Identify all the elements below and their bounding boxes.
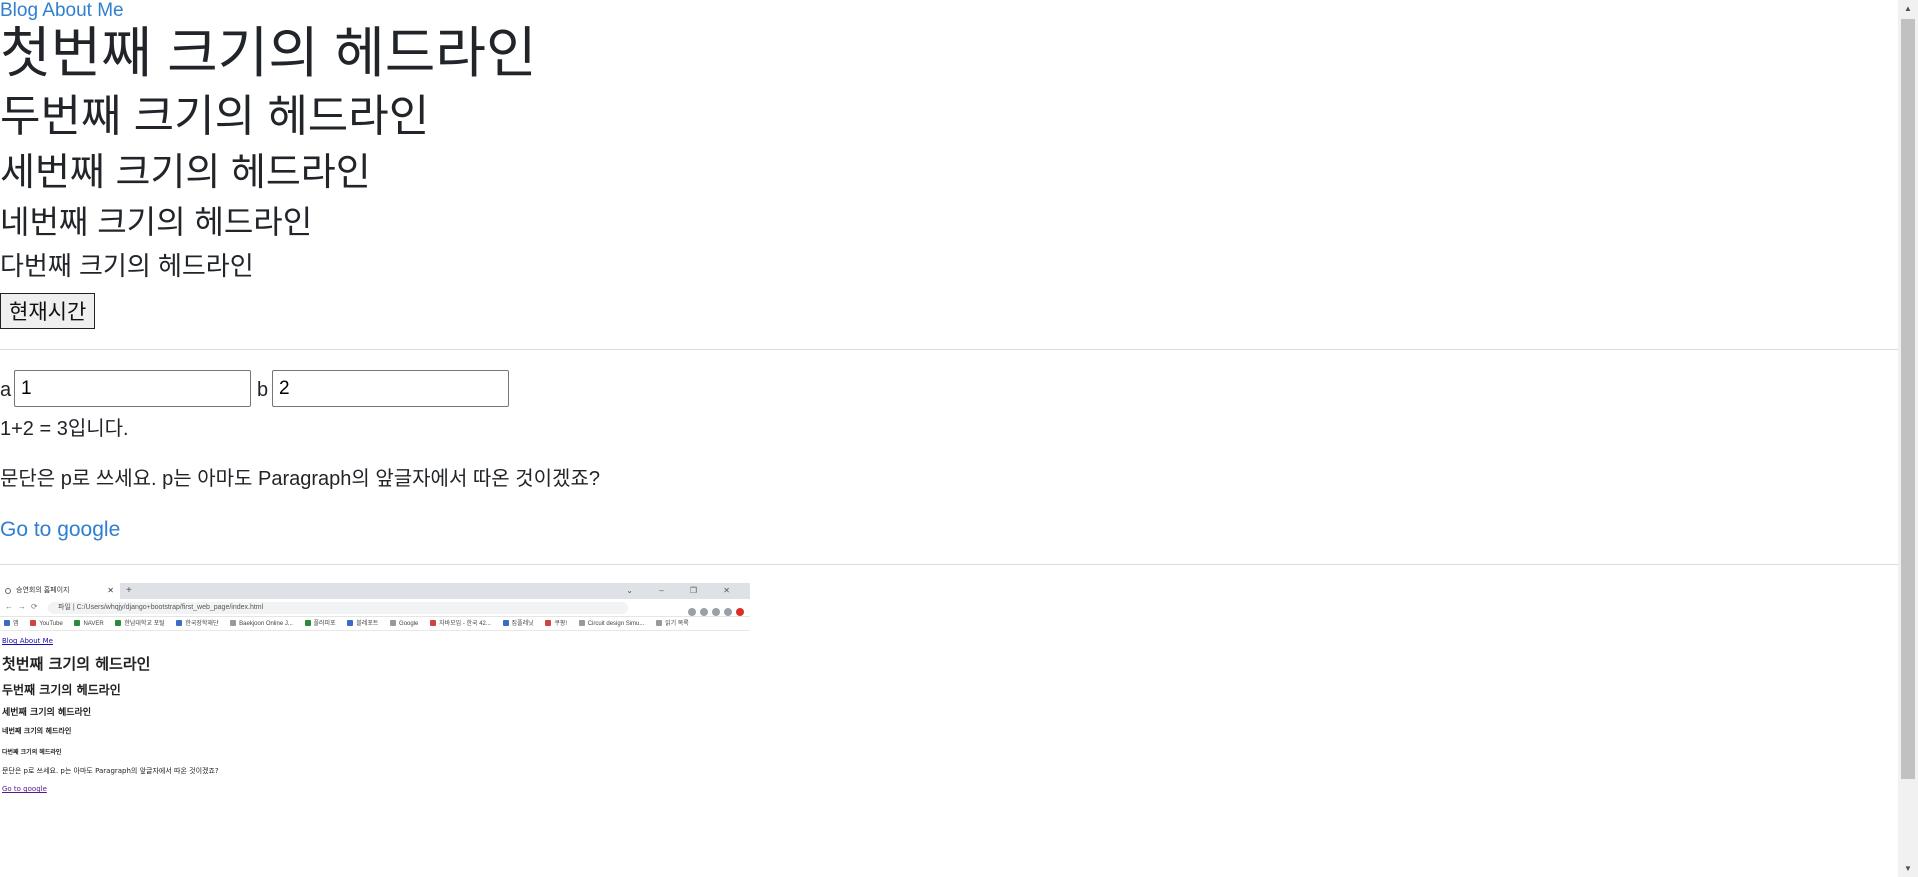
embedded-heading-1: 첫번째 크기의 헤드라인 [2,655,151,673]
address-text: C:/Users/whqjy/django+bootstrap/first_we… [76,604,264,611]
plus-icon: + [126,585,132,596]
embedded-screenshot-image: 승연회의 홈페이지 ✕ + ⌄ – ❐ ✕ ←→⟳ 파일 | C:/Users/… [0,583,750,823]
embedded-page: Blog About Me 첫번째 크기의 헤드라인 두번째 크기의 헤드라인 … [0,631,750,823]
scroll-up-arrow-icon[interactable]: ▲ [1898,0,1918,17]
heading-1: 첫번째 크기의 헤드라인 [0,22,537,84]
bookmark: 읽기 목록 [656,621,689,627]
close-icon: ✕ [107,586,114,595]
bookmark: 플러피포 [305,621,336,627]
vertical-scrollbar[interactable]: ▲ ▼ [1898,0,1918,877]
bookmark: 한국장학재단 [176,621,218,627]
browser-tab-bar: 승연회의 홈페이지 ✕ + ⌄ – ❐ ✕ [0,583,750,599]
current-time-button[interactable]: 현재시간 [0,293,96,329]
scroll-down-arrow-icon[interactable]: ▼ [1898,860,1918,877]
bookmark: 한남대학교 포털 [115,621,164,627]
scrollbar-thumb[interactable] [1901,19,1915,779]
address-prefix: 파일 [58,604,71,611]
nav-about-link[interactable]: About Me [42,0,123,21]
paragraph: 문단은 p로 쓰세요. p는 아마도 Paragraph의 앞글자에서 따온 것… [0,468,600,490]
address-field: 파일 | C:/Users/whqjy/django+bootstrap/fir… [48,602,628,614]
bookmark: 쿠팡! [545,621,567,627]
tab-title: 승연회의 홈페이지 [16,587,70,594]
window-controls-icon: ⌄ – ❐ ✕ [626,586,742,595]
bookmark: Baekjoon Online J... [230,621,293,627]
globe-icon [5,588,11,594]
a-label: a [0,379,12,401]
browser-address-bar: ←→⟳ 파일 | C:/Users/whqjy/django+bootstrap… [0,599,750,617]
bookmark: YouTube [30,621,63,627]
heading-5: 다번째 크기의 헤드라인 [0,251,254,281]
divider [0,564,1898,565]
embedded-nav: Blog About Me [2,637,53,645]
bookmarks-bar: 앱 YouTube NAVER 한남대학교 포털 한국장학재단 Baekjoon… [0,617,750,631]
bookmark: 자바모임 - 한국 42... [430,621,491,627]
google-link[interactable]: Go to google [0,517,120,543]
browser-tab: 승연회의 홈페이지 ✕ [0,583,120,599]
bookmark: Google [390,621,418,627]
embedded-heading-5: 다번째 크기의 헤드라인 [2,749,62,756]
embedded-heading-2: 두번째 크기의 헤드라인 [2,683,121,697]
heading-4: 네번째 크기의 헤드라인 [0,204,313,240]
nav-blog-link[interactable]: Blog [0,0,38,21]
embedded-paragraph: 문단은 p로 쓰세요. p는 아마도 Paragraph의 앞글자에서 따온 것… [2,767,219,775]
b-input[interactable] [272,370,509,407]
bookmark: Circuit design Simu... [579,621,645,627]
top-nav: Blog About Me [0,0,124,22]
embedded-heading-3: 세번째 크기의 헤드라인 [2,708,92,718]
heading-2: 두번째 크기의 헤드라인 [0,92,430,141]
embedded-heading-4: 네번째 크기의 헤드라인 [2,727,72,735]
b-label: b [257,379,269,401]
bookmark: NAVER [74,621,103,627]
bookmark: 집플레닛 [503,621,534,627]
embedded-google-link: Go to google [2,785,47,793]
browser-nav-icons: ←→⟳ [5,602,43,611]
calc-result: 1+2 = 3입니다. [0,418,129,440]
bookmark: 블레포트 [347,621,378,627]
a-input[interactable] [14,370,251,407]
bookmark: 앱 [4,621,19,627]
divider [0,349,1898,350]
heading-3: 세번째 크기의 헤드라인 [0,152,371,194]
